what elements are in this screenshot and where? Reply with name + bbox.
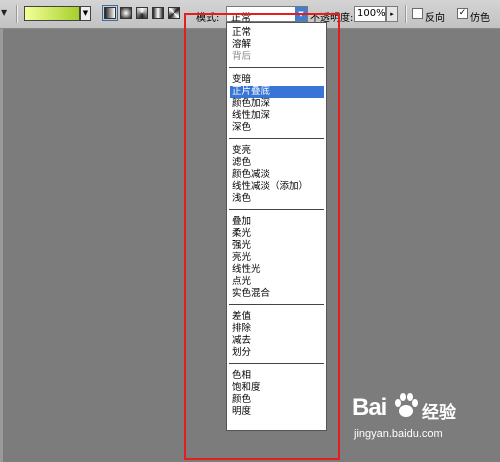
annotation-highlight-box: [184, 13, 340, 460]
diamond-gradient-icon[interactable]: [168, 7, 180, 19]
opacity-slider-arrow-icon[interactable]: ▸: [386, 6, 398, 22]
gradient-picker-arrow-icon[interactable]: ▼: [80, 6, 91, 21]
angle-gradient-icon[interactable]: [136, 7, 148, 19]
watermark-url: jingyan.baidu.com: [354, 428, 443, 440]
dither-checkbox[interactable]: ✓: [457, 8, 468, 19]
tool-preset-arrow-icon[interactable]: ▼: [1, 8, 7, 17]
reverse-label: 反向: [425, 13, 445, 24]
toolbar-divider: [405, 5, 407, 23]
watermark-brand-left: Bai: [352, 394, 387, 421]
watermark-brand-cn: 经验: [422, 403, 456, 423]
linear-gradient-icon[interactable]: [102, 5, 118, 21]
panel-edge: [0, 29, 3, 462]
radial-gradient-icon[interactable]: [120, 7, 132, 19]
baidu-jingyan-watermark: Bai 经验 jingyan.baidu.com: [352, 392, 500, 462]
baidu-paw-icon: [395, 393, 418, 417]
reflected-gradient-icon[interactable]: [152, 7, 164, 19]
dither-label: 仿色: [470, 13, 490, 24]
reverse-checkbox[interactable]: [412, 8, 423, 19]
opacity-field[interactable]: 100%: [354, 6, 386, 22]
toolbar-divider: [16, 5, 18, 23]
gradient-editor-swatch[interactable]: [24, 6, 80, 21]
